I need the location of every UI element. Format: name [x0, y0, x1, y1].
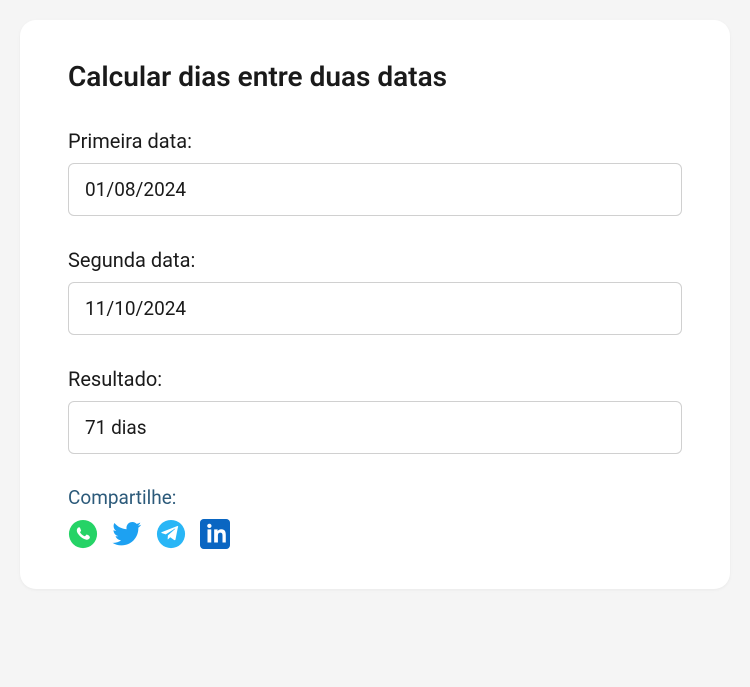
- second-date-input[interactable]: [68, 282, 682, 335]
- calculator-card: Calcular dias entre duas datas Primeira …: [20, 20, 730, 589]
- first-date-label: Primeira data:: [68, 129, 682, 153]
- first-date-group: Primeira data:: [68, 129, 682, 216]
- second-date-group: Segunda data:: [68, 248, 682, 335]
- second-date-label: Segunda data:: [68, 248, 682, 272]
- share-label: Compartilhe:: [68, 486, 682, 509]
- result-input[interactable]: [68, 401, 682, 454]
- first-date-input[interactable]: [68, 163, 682, 216]
- share-section: Compartilhe:: [68, 486, 682, 549]
- share-icons-row: [68, 519, 682, 549]
- page-title: Calcular dias entre duas datas: [68, 60, 682, 93]
- telegram-icon[interactable]: [156, 519, 186, 549]
- linkedin-icon[interactable]: [200, 519, 230, 549]
- twitter-icon[interactable]: [112, 519, 142, 549]
- whatsapp-icon[interactable]: [68, 519, 98, 549]
- result-label: Resultado:: [68, 367, 682, 391]
- result-group: Resultado:: [68, 367, 682, 454]
